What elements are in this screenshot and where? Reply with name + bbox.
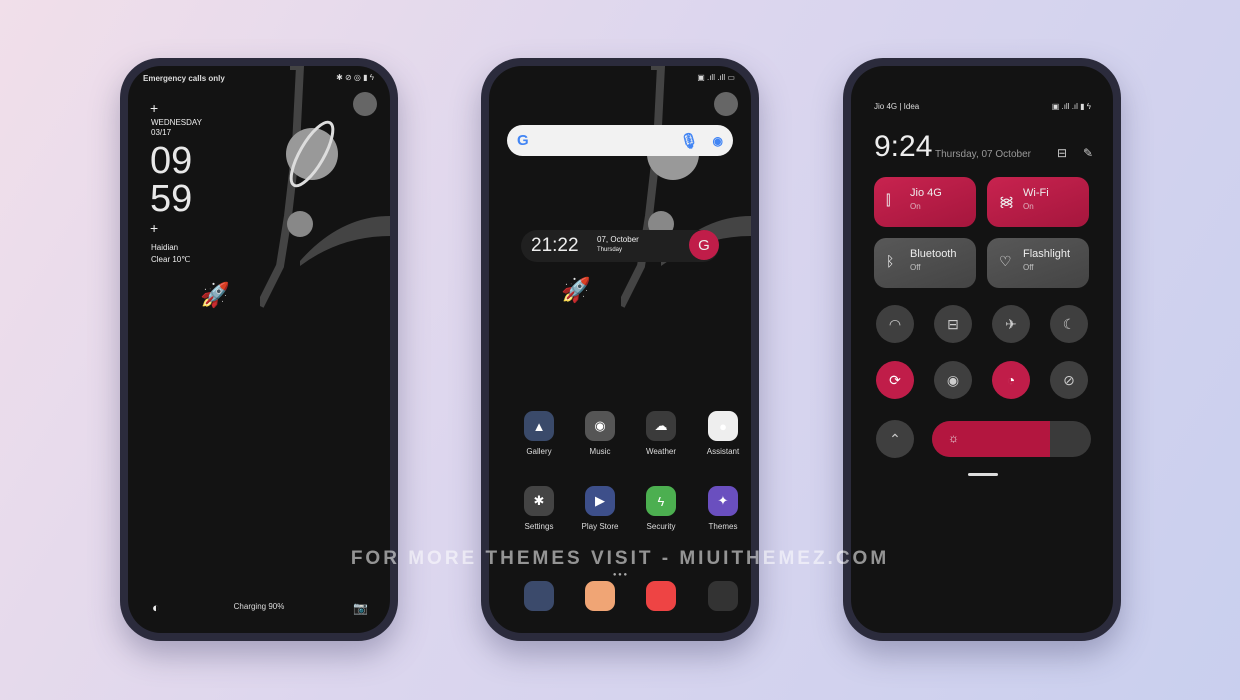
space-illustration (260, 66, 390, 308)
reading-mode-button[interactable]: ◉ (934, 361, 972, 399)
tile-state: Off (1023, 263, 1034, 272)
dock-camera[interactable] (693, 581, 751, 617)
app-themes[interactable]: ✦ Themes (693, 486, 751, 531)
space-illustration (621, 66, 751, 308)
mobile-data-icon: ⫿ (886, 192, 891, 208)
handle-bar[interactable] (968, 473, 998, 476)
dnd-button[interactable]: ⊘ (1050, 361, 1088, 399)
lock-hour: 09 (150, 140, 193, 182)
hotspot-button[interactable]: ◠ (876, 305, 914, 343)
lock-date: WEDNESDAY 03/17 (151, 118, 202, 138)
charging-status: Charging 90% (233, 602, 285, 611)
edit-icon[interactable]: ✎ (1083, 146, 1093, 160)
app-icon: ✱ (524, 486, 554, 516)
app-settings[interactable]: ✱ Settings (509, 486, 569, 531)
app-gallery[interactable]: ▲ Gallery (509, 411, 569, 456)
app-label: Weather (645, 447, 677, 456)
app-music[interactable]: ◉ Music (570, 411, 630, 456)
app-play-store[interactable]: ▶ Play Store (570, 486, 630, 531)
tile-label: Wi-Fi (1023, 187, 1049, 199)
tile-label: Bluetooth (910, 248, 957, 260)
clock-widget[interactable]: 21:22 07, October Thursday G (521, 230, 719, 262)
app-label: Gallery (526, 447, 552, 456)
dock-contacts[interactable] (509, 581, 569, 617)
tile-mobile-data[interactable]: ⫿ Jio 4G On (874, 177, 976, 227)
watermark: FOR MORE THEMES VISIT - MIUITHEMEZ.COM (350, 548, 890, 569)
page-indicator: ● ● ● (612, 572, 628, 578)
google-icon: G (517, 132, 529, 149)
rocket-icon: 🚀 (200, 282, 230, 309)
cc-date: Thursday, 07 October (935, 149, 1031, 160)
tile-bluetooth[interactable]: ᛒ Bluetooth Off (874, 238, 976, 288)
app-label: Assistant (706, 447, 740, 456)
app-icon: ◉ (585, 411, 615, 441)
google-search-bar[interactable]: G 🎙 ◉ (507, 125, 733, 156)
lock-day: WEDNESDAY (151, 118, 202, 127)
lock-minute: 59 (150, 178, 193, 220)
bluetooth-icon: ᛒ (886, 253, 895, 269)
status-text: Emergency calls only (143, 74, 225, 83)
contacts-icon (524, 581, 554, 611)
sun-icon: ☼ (948, 431, 959, 445)
rocket-icon: 🚀 (561, 277, 591, 304)
dark-mode-button[interactable]: ☾ (1050, 305, 1088, 343)
lens-icon[interactable]: ◉ (713, 134, 723, 148)
app-icon: ✦ (708, 486, 738, 516)
plus-icon: + (150, 100, 159, 116)
weather: Clear 10℃ (151, 255, 191, 264)
app-icon: ϟ (646, 486, 676, 516)
tile-label: Jio 4G (910, 187, 942, 199)
app-icon: ▶ (585, 486, 615, 516)
auto-brightness-button[interactable]: ⌃ (876, 420, 914, 458)
tile-wifi[interactable]: ᯼ Wi-Fi On (987, 177, 1089, 227)
mic-icon[interactable]: 🎙 (679, 132, 698, 150)
toggle-settings-icon[interactable]: ⊟ (1057, 146, 1067, 160)
app-label: Security (646, 522, 676, 531)
tile-state: Off (910, 263, 921, 272)
app-weather[interactable]: ☁ Weather (631, 411, 691, 456)
dock-messages[interactable] (570, 581, 630, 617)
brightness-fill: ☼ (932, 421, 1050, 457)
city: Haidian (151, 243, 179, 252)
tile-state: On (910, 202, 921, 211)
app-icon: ▲ (524, 411, 554, 441)
cc-time: 9:24 (874, 130, 933, 163)
widget-time: 21:22 (531, 235, 579, 256)
airplane-mode-button[interactable]: ✈ (992, 305, 1030, 343)
screenshot-button[interactable]: ⊟ (934, 305, 972, 343)
tile-label: Flashlight (1023, 248, 1071, 260)
lock-clock: 09 59 (150, 142, 192, 218)
tile-state: On (1023, 202, 1034, 211)
auto-rotate-button[interactable]: ⟳ (876, 361, 914, 399)
dock-chrome[interactable] (631, 581, 691, 617)
brightness-slider[interactable]: ☼ (932, 421, 1091, 457)
camera-icon[interactable]: 📷 (353, 601, 368, 615)
weather-info: Haidian Clear 10℃ (151, 242, 190, 266)
app-label: Play Store (581, 522, 619, 531)
widget-date: 07, October (597, 235, 639, 244)
camera-icon (708, 581, 738, 611)
app-icon: ☁ (646, 411, 676, 441)
plus-icon: + (150, 220, 159, 236)
timer-button[interactable]: ◔ (992, 361, 1030, 399)
widget-weekday: Thursday (597, 247, 623, 253)
app-security[interactable]: ϟ Security (631, 486, 691, 531)
app-icon: ● (708, 411, 738, 441)
app-assistant[interactable]: ● Assistant (693, 411, 751, 456)
lock-date-value: 03/17 (151, 128, 172, 137)
wifi-icon: ᯼ (999, 193, 1014, 209)
messages-icon (585, 581, 615, 611)
app-label: Themes (708, 522, 738, 531)
carrier: Jio 4G | Idea (874, 102, 920, 111)
flashlight-icon: ♡ (999, 253, 1012, 269)
status-icons: ▣ .ıll .ıl ▮ ϟ (1051, 102, 1091, 111)
chrome-icon (646, 581, 676, 611)
app-label: Settings (524, 522, 554, 531)
app-label: Music (589, 447, 611, 456)
tile-flashlight[interactable]: ♡ Flashlight Off (987, 238, 1089, 288)
g-icon[interactable]: G (689, 230, 719, 260)
